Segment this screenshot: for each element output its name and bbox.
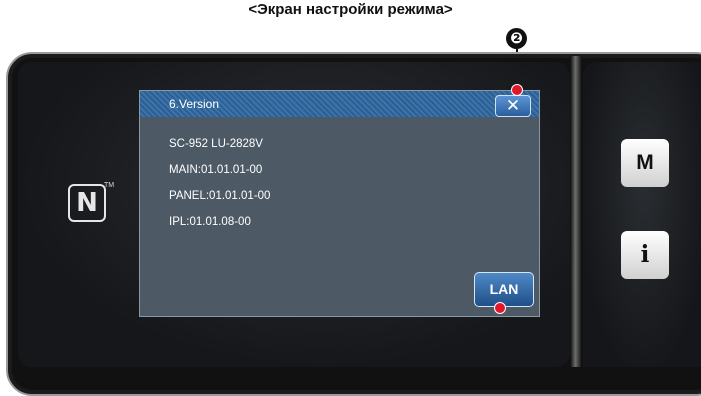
callout-marker-close [511, 84, 523, 96]
dialog-titlebar: 6.Version ✕ [140, 91, 539, 117]
callout-number: ❷ [506, 28, 527, 49]
version-list: SC-952 LU-2828V MAIN:01.01.01-00 PANEL:0… [169, 137, 270, 241]
close-button[interactable]: ✕ [495, 95, 531, 117]
lan-button[interactable]: LAN [474, 272, 534, 307]
version-line-ipl: IPL:01.01.08-00 [169, 216, 251, 228]
screen-caption: <Экран настройки режима> [248, 1, 453, 18]
callout-marker-lan [494, 302, 506, 314]
version-dialog: 6.Version ✕ SC-952 LU-2828V MAIN:01.01.0… [139, 90, 540, 317]
side-display [583, 62, 701, 367]
nfc-icon[interactable]: N [68, 184, 106, 222]
version-line-panel: PANEL:01.01.01-00 [169, 190, 271, 202]
dialog-title: 6.Version [169, 97, 220, 111]
nfc-trademark: TM [104, 182, 115, 189]
version-line-model: SC-952 LU-2828V [169, 138, 263, 150]
m-button[interactable]: M [621, 139, 669, 187]
info-button[interactable]: i [621, 231, 669, 279]
version-line-main: MAIN:01.01.01-00 [169, 164, 263, 176]
panel-divider [570, 56, 582, 367]
